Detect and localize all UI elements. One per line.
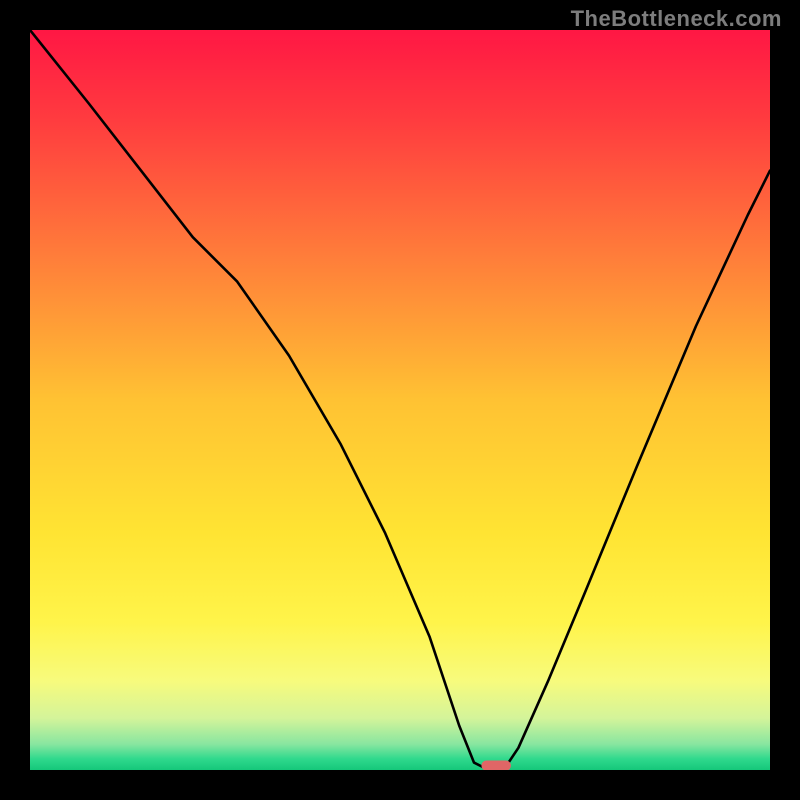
watermark-text: TheBottleneck.com: [571, 6, 782, 32]
chart-container: TheBottleneck.com: [0, 0, 800, 800]
optimal-marker: [481, 761, 511, 770]
gradient-background: [30, 30, 770, 770]
bottleneck-chart: [30, 30, 770, 770]
